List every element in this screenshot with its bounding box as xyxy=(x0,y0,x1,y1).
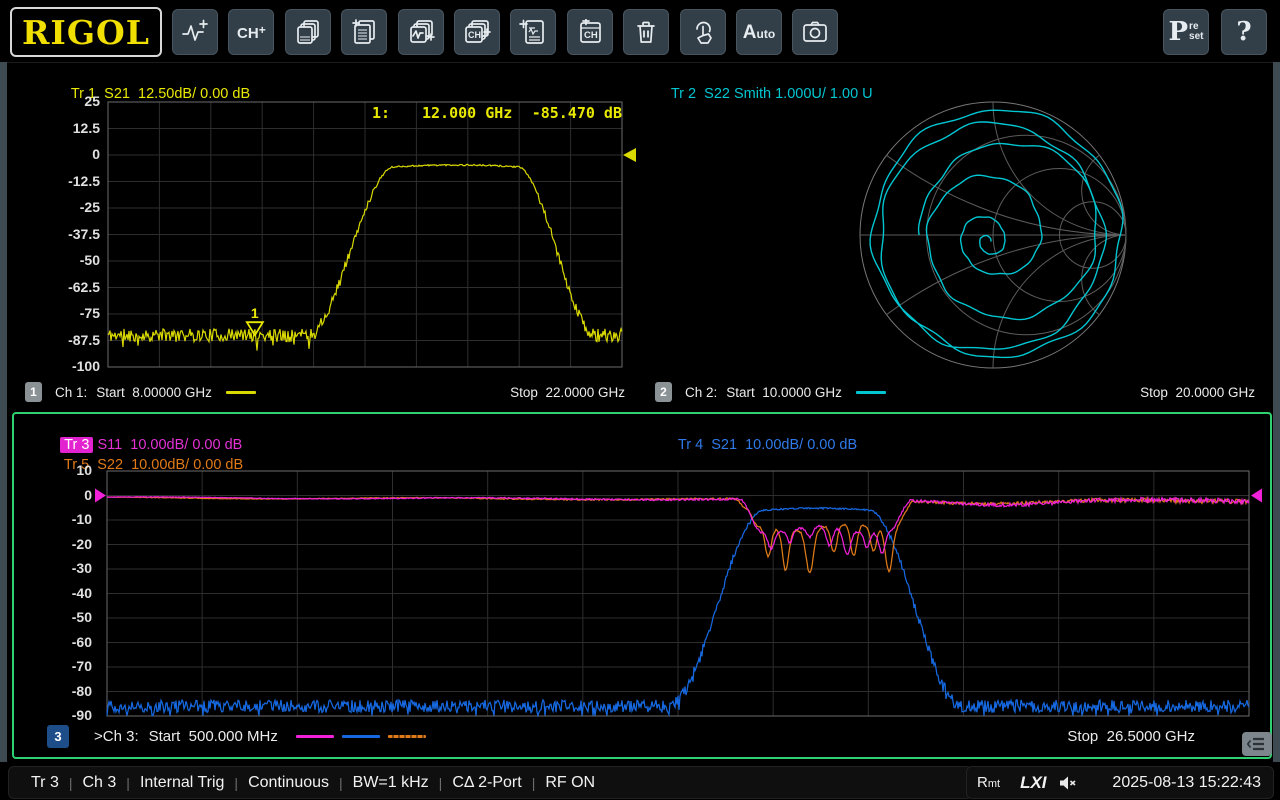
screenshot-button[interactable] xyxy=(792,9,838,55)
svg-text:CH: CH xyxy=(584,30,598,41)
tr3-ref-arrow-right[interactable] xyxy=(1251,489,1262,503)
y-tick: -80 xyxy=(22,683,92,699)
stacked-windows-icon xyxy=(295,19,321,45)
status-item-tr-3[interactable]: Tr 3 xyxy=(31,774,59,792)
status-right-box: Rmt LXI 2025-08-13 15:22:43 xyxy=(966,766,1274,799)
vna-screen: RIGOL CH+CHCHAuto P re set ? Tr 1 S21 12… xyxy=(0,0,1280,800)
window3-footer: 3 >Ch 3: Start 500.000 MHz Stop 26.5000 … xyxy=(47,725,1237,748)
y-tick: -30 xyxy=(22,560,92,576)
window-add-trace-button[interactable] xyxy=(398,9,444,55)
ch2-start[interactable]: Start 10.0000 GHz xyxy=(726,385,842,400)
window2-footer: 2 Ch 2: Start 10.0000 GHz Stop 20.0000 G… xyxy=(655,382,1255,402)
report-plus-icon xyxy=(351,19,377,45)
add-channel-button[interactable]: CH+ xyxy=(228,9,274,55)
preset-button[interactable]: P re set xyxy=(1163,9,1209,55)
preset-icon: P re set xyxy=(1168,17,1203,47)
ch1-stop[interactable]: Stop 22.0000 GHz xyxy=(510,385,625,400)
tr2-trace xyxy=(870,110,1123,357)
trace-plus-icon xyxy=(181,19,209,45)
doc-add-channel-button[interactable]: CH xyxy=(567,9,613,55)
auto-scale-button[interactable]: Auto xyxy=(736,9,782,55)
tr1-ref-arrow[interactable] xyxy=(623,148,636,162)
svg-text:1: 1 xyxy=(251,305,259,321)
window-menu-button[interactable] xyxy=(1242,732,1272,756)
y-tick: 0 xyxy=(22,487,92,503)
smith-grid xyxy=(727,90,1275,385)
status-separator: | xyxy=(69,775,73,791)
status-item-internal-trig[interactable]: Internal Trig xyxy=(140,774,224,792)
window-trace-plus-icon xyxy=(407,19,435,45)
touch-icon xyxy=(690,19,716,45)
ch3-stop[interactable]: Stop 26.5000 GHz xyxy=(1067,728,1195,745)
delete-button[interactable] xyxy=(623,9,669,55)
datetime: 2025-08-13 15:22:43 xyxy=(1112,774,1261,792)
y-tick: -10 xyxy=(22,511,92,527)
y-tick: 10 xyxy=(22,462,92,478)
remote-indicator: Rmt xyxy=(977,774,1000,791)
y-tick: -20 xyxy=(22,536,92,552)
y-tick: -70 xyxy=(22,658,92,674)
new-report-button[interactable] xyxy=(341,9,387,55)
touch-button[interactable] xyxy=(680,9,726,55)
help-icon: ? xyxy=(1236,17,1251,47)
ch1-badge[interactable]: 1 xyxy=(25,382,42,402)
y-tick: -60 xyxy=(22,634,92,650)
tr4-swatch xyxy=(342,735,380,738)
tr3-ref-arrow-left[interactable] xyxy=(95,489,106,503)
status-item-rf-on[interactable]: RF ON xyxy=(545,774,595,792)
y-tick: -40 xyxy=(22,585,92,601)
window1-footer: 1 Ch 1: Start 8.00000 GHz Stop 22.0000 G… xyxy=(25,382,625,402)
ch1-start[interactable]: Start 8.00000 GHz xyxy=(96,385,212,400)
auto-icon: Auto xyxy=(743,23,775,42)
ch2-badge[interactable]: 2 xyxy=(655,382,672,402)
lxi-indicator: LXI xyxy=(1020,773,1046,793)
window3-plot[interactable] xyxy=(89,462,1269,737)
tr1-swatch xyxy=(226,391,256,394)
window3-active: Tr 3 S11 10.00dB/ 0.00 dB Tr 4 S21 10.00… xyxy=(12,412,1272,759)
ch3-badge[interactable]: 3 xyxy=(47,725,69,748)
window-add-channel-button[interactable]: CH xyxy=(454,9,500,55)
status-item-ch-3[interactable]: Ch 3 xyxy=(83,774,117,792)
menu-collapse-icon xyxy=(1247,736,1267,752)
rigol-logo: RIGOL xyxy=(10,7,162,57)
doc-ch-plus-icon: CH xyxy=(575,19,605,45)
window-ch-plus-icon: CH xyxy=(462,19,492,45)
camera-icon xyxy=(801,19,829,45)
copy-windows-button[interactable] xyxy=(285,9,331,55)
tr4-label[interactable]: Tr 4 xyxy=(678,437,703,453)
status-separator: | xyxy=(339,775,343,791)
status-separator: | xyxy=(126,775,130,791)
tr2-swatch xyxy=(856,391,886,394)
doc-add-trace-button[interactable] xyxy=(510,9,556,55)
svg-text:CH: CH xyxy=(468,30,481,40)
status-item-c-2-port[interactable]: CΔ 2-Port xyxy=(452,774,521,792)
tr5-swatch xyxy=(388,735,426,738)
status-left-box: Tr 3 | Ch 3 | Internal Trig | Continuous | BW=1 … xyxy=(8,766,972,799)
window2-smith-plot[interactable] xyxy=(645,90,1275,385)
tr3-swatch xyxy=(296,735,334,738)
status-separator: | xyxy=(532,775,536,791)
toolbar: RIGOL CH+ CH CH Auto P re set ? xyxy=(0,0,1280,63)
ch3-start[interactable]: Start 500.000 MHz xyxy=(149,728,278,745)
add-trace-button[interactable] xyxy=(172,9,218,55)
status-separator: | xyxy=(234,775,238,791)
status-item-continuous[interactable]: Continuous xyxy=(248,774,329,792)
trash-icon xyxy=(634,19,658,45)
ch2-stop[interactable]: Stop 20.0000 GHz xyxy=(1140,385,1255,400)
y-tick: -50 xyxy=(22,609,92,625)
doc-trace-plus-icon xyxy=(519,19,547,45)
mute-icon[interactable] xyxy=(1059,775,1078,791)
help-button[interactable]: ? xyxy=(1221,9,1267,55)
y-tick: -90 xyxy=(22,707,92,723)
ch-plus-icon: CH+ xyxy=(237,24,266,41)
status-bar: Tr 3 | Ch 3 | Internal Trig | Continuous | BW=1 … xyxy=(0,763,1280,800)
status-item-bw-1-khz[interactable]: BW=1 kHz xyxy=(353,774,429,792)
status-separator: | xyxy=(439,775,443,791)
